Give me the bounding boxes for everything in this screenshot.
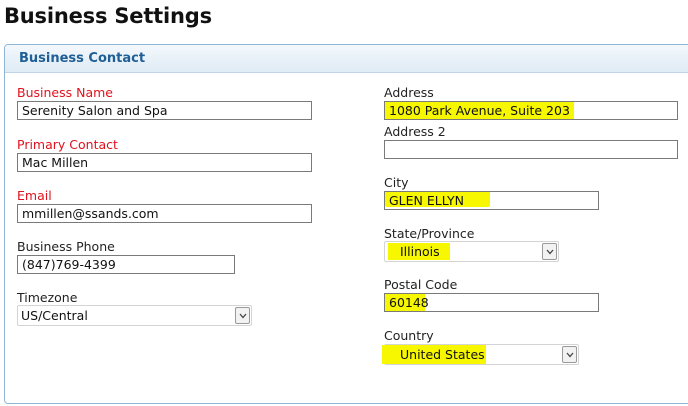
state-label: State/Province: [384, 226, 475, 241]
primary-contact-input[interactable]: Mac Millen: [17, 153, 312, 172]
timezone-value: US/Central: [21, 308, 88, 323]
country-select[interactable]: United States: [382, 344, 579, 365]
primary-contact-label: Primary Contact: [17, 137, 118, 152]
address-input[interactable]: 1080 Park Avenue, Suite 203: [384, 101, 678, 120]
state-select[interactable]: Illinois: [384, 241, 559, 262]
email-input[interactable]: mmillen@ssands.com: [17, 204, 312, 223]
business-name-input[interactable]: Serenity Salon and Spa: [17, 101, 312, 120]
business-phone-value: (847)769-4399: [22, 257, 116, 272]
address2-label: Address 2: [384, 124, 446, 139]
postal-code-label: Postal Code: [384, 277, 458, 292]
state-value: Illinois: [400, 244, 440, 259]
business-phone-input[interactable]: (847)769-4399: [17, 255, 235, 274]
panel-header: Business Contact: [5, 45, 688, 73]
business-name-value: Serenity Salon and Spa: [22, 103, 168, 118]
address2-input[interactable]: [384, 140, 678, 159]
country-value: United States: [400, 347, 485, 362]
page-title: Business Settings: [4, 4, 212, 28]
city-label: City: [384, 175, 409, 190]
email-value: mmillen@ssands.com: [22, 206, 159, 221]
chevron-down-icon[interactable]: [562, 346, 577, 363]
timezone-label: Timezone: [17, 290, 78, 305]
country-label: Country: [384, 328, 434, 343]
postal-code-input[interactable]: 60148: [384, 293, 599, 312]
business-name-label: Business Name: [17, 85, 113, 100]
postal-code-value: 60148: [389, 295, 429, 310]
primary-contact-value: Mac Millen: [22, 155, 89, 170]
business-contact-panel: Business Contact Business Name Serenity …: [4, 44, 688, 404]
address-value: 1080 Park Avenue, Suite 203: [389, 103, 570, 118]
chevron-down-icon[interactable]: [542, 243, 557, 260]
chevron-down-icon[interactable]: [235, 307, 250, 324]
timezone-select[interactable]: US/Central: [17, 305, 252, 326]
city-value: GLEN ELLYN: [389, 193, 465, 208]
business-phone-label: Business Phone: [17, 239, 115, 254]
address-label: Address: [384, 85, 434, 100]
panel-title: Business Contact: [19, 51, 146, 66]
city-input[interactable]: GLEN ELLYN: [384, 191, 599, 210]
email-label: Email: [17, 188, 52, 203]
